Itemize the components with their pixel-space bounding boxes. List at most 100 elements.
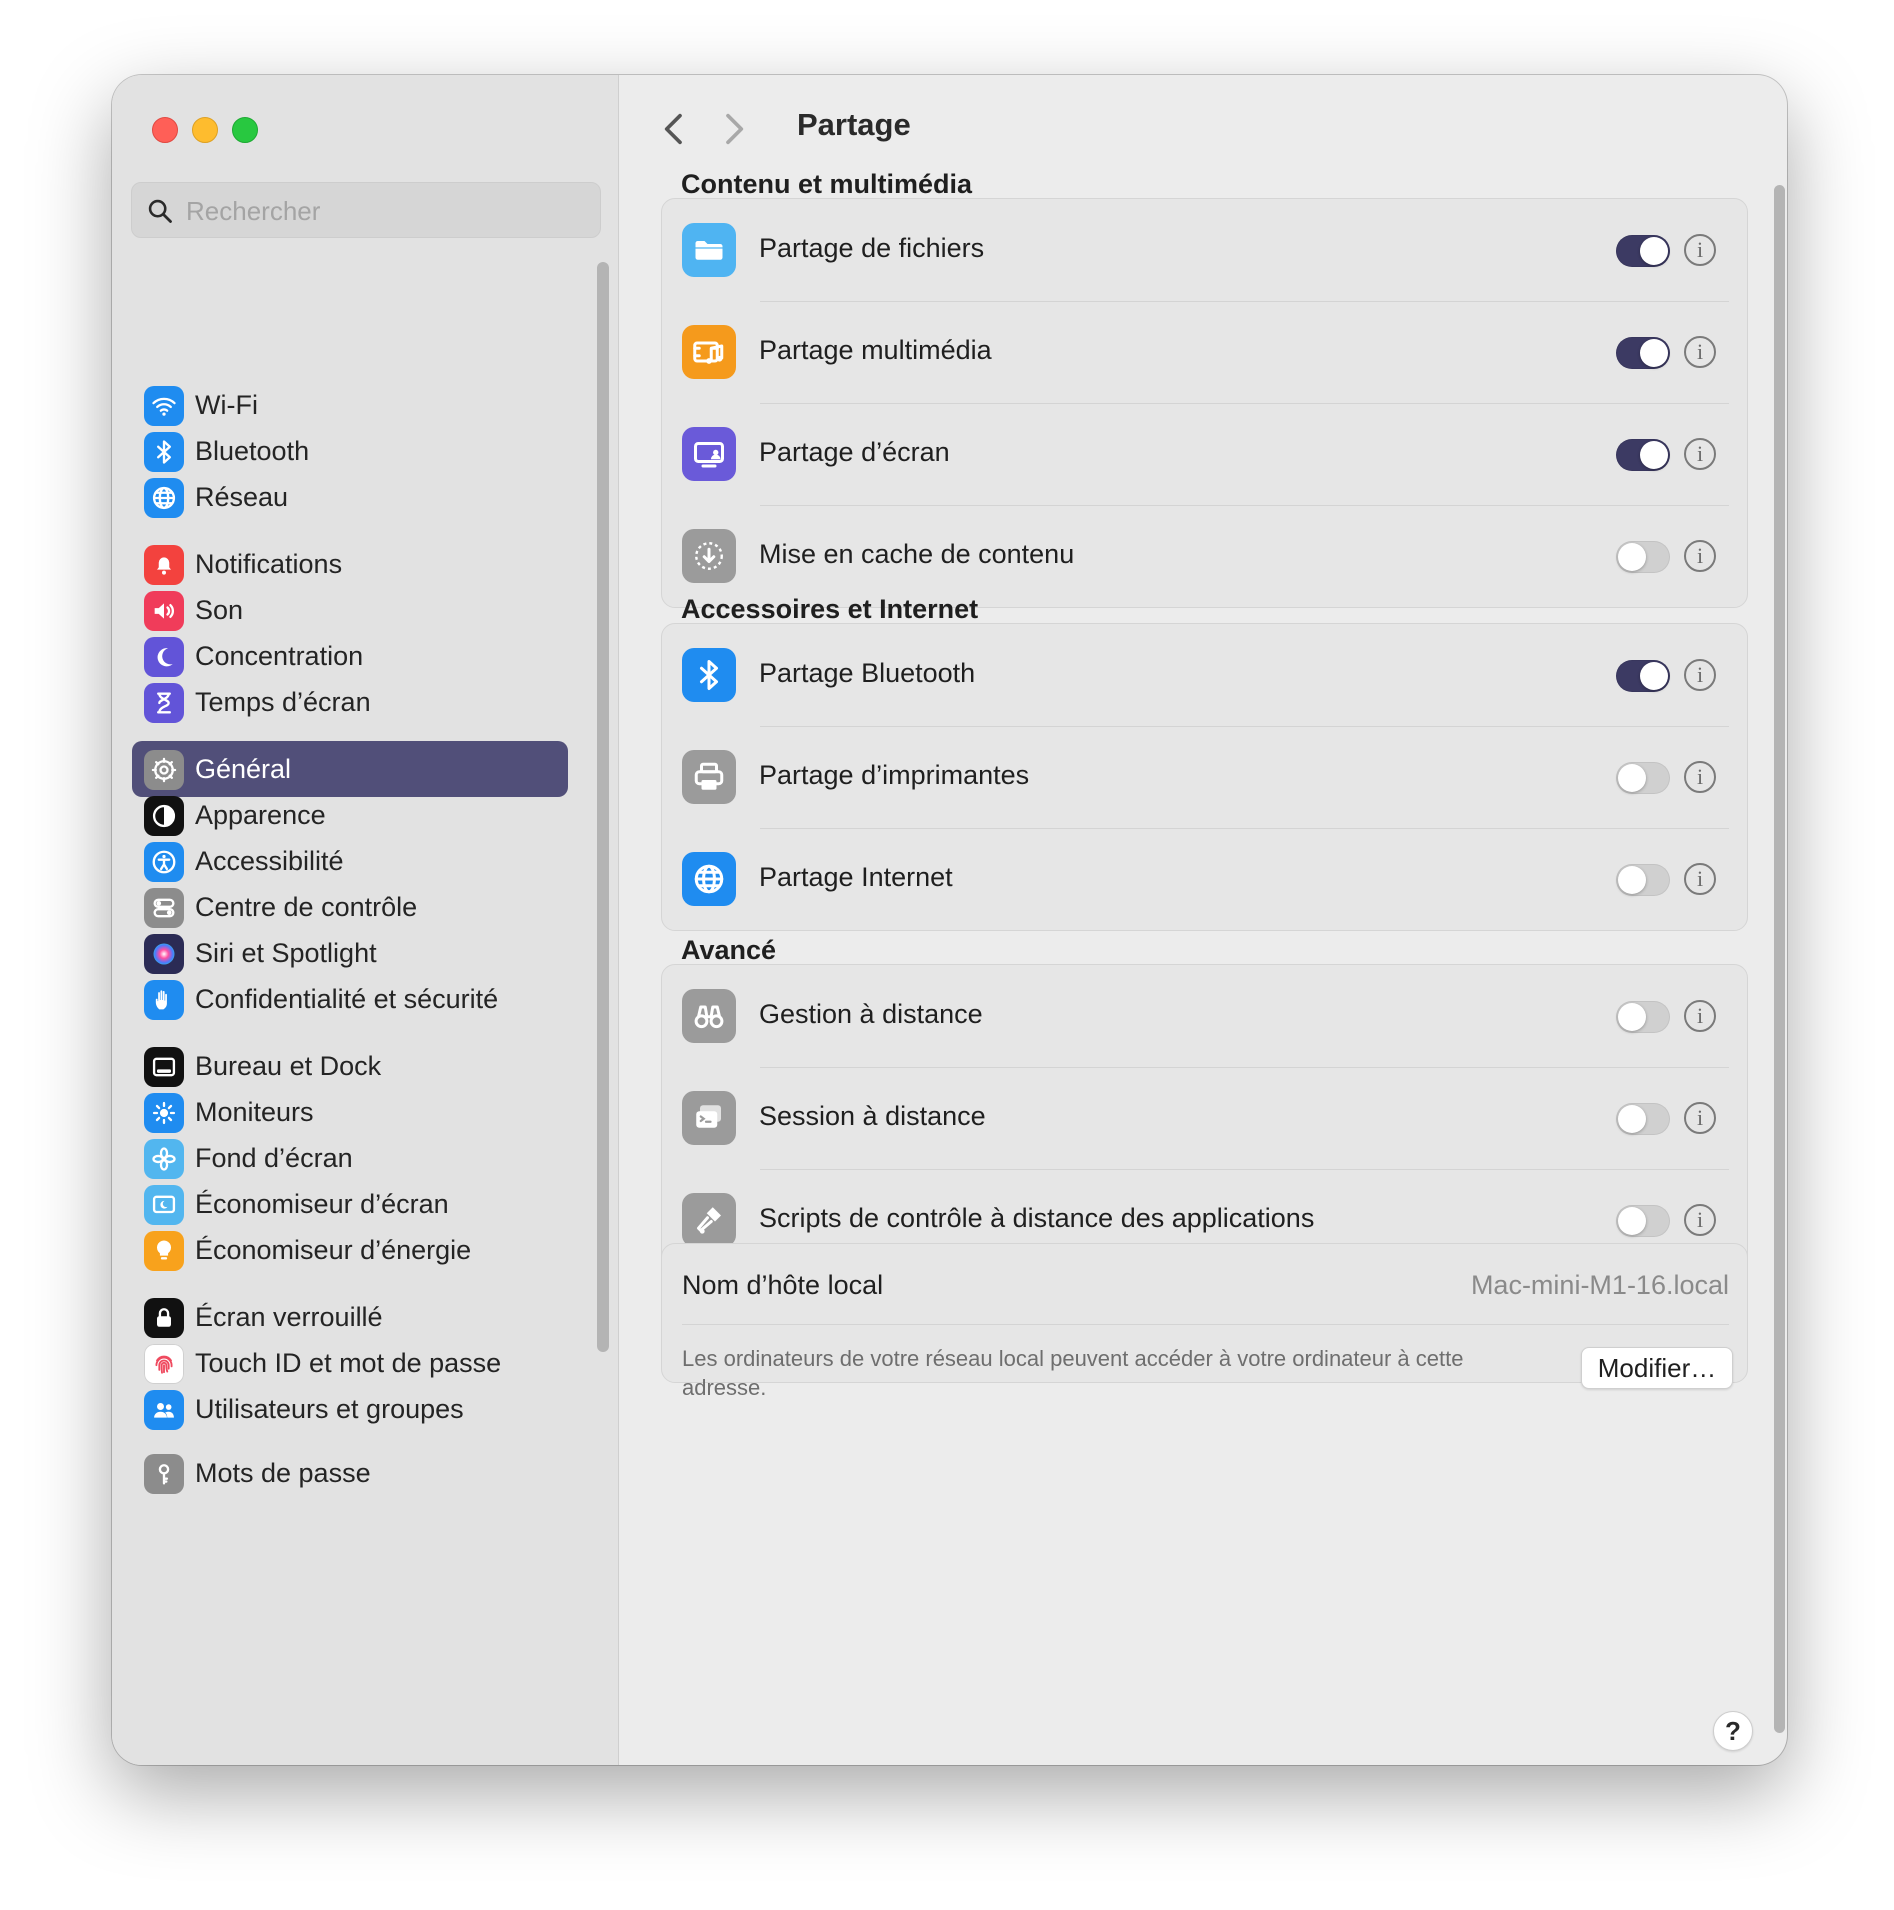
screensaver-icon <box>144 1185 184 1225</box>
download-circle-icon <box>682 529 736 583</box>
row-label: Partage d’écran <box>759 437 950 467</box>
info-button-partage-internet[interactable]: i <box>1684 863 1716 895</box>
modify-hostname-button[interactable]: Modifier… <box>1581 1347 1733 1389</box>
sharing-group: Partage Bluetooth i Partage d’imprimantes i… <box>661 623 1748 931</box>
info-button-partage-ecran[interactable]: i <box>1684 438 1716 470</box>
sidebar-item-label: Confidentialité et sécurité <box>195 984 499 1014</box>
info-button-gestion-distance[interactable]: i <box>1684 1000 1716 1032</box>
row-cache-contenu: Mise en cache de contenu i <box>662 505 1747 607</box>
sidebar-item-label: Moniteurs <box>195 1097 314 1127</box>
sidebar-item-temps-ecran[interactable]: Temps d’écran <box>132 674 568 730</box>
zoom-button[interactable] <box>232 117 258 143</box>
row-partage-multimedia: Partage multimédia i <box>662 301 1747 403</box>
sidebar-item-label: Concentration <box>195 641 364 671</box>
toggle-gestion-distance[interactable] <box>1616 1001 1670 1033</box>
hostname-group: Nom d’hôte local Mac-mini-M1-16.local Le… <box>661 1243 1748 1400</box>
toggle-knob <box>1618 866 1646 894</box>
row-gestion-distance: Gestion à distance i <box>662 965 1747 1067</box>
info-icon: i <box>1696 543 1704 568</box>
toggle-knob <box>1640 237 1668 265</box>
hand-icon <box>144 980 184 1020</box>
info-button-partage-fichiers[interactable]: i <box>1684 234 1716 266</box>
sidebar-item-label: Siri et Spotlight <box>195 938 377 968</box>
toggle-scripts-controle[interactable] <box>1616 1205 1670 1237</box>
info-button-scripts-controle[interactable]: i <box>1684 1204 1716 1236</box>
toggle-partage-imprimantes[interactable] <box>1616 762 1670 794</box>
search-placeholder: Rechercher <box>186 196 321 226</box>
sidebar-item-label: Écran verrouillé <box>195 1302 383 1332</box>
info-button-partage-bluetooth[interactable]: i <box>1684 659 1716 691</box>
toggle-partage-multimedia[interactable] <box>1616 337 1670 369</box>
hostname-value: Mac-mini-M1-16.local <box>1470 1270 1729 1300</box>
content-scrollbar[interactable] <box>1774 185 1785 1733</box>
toggle-partage-internet[interactable] <box>1616 864 1670 896</box>
sidebar-item-label: Fond d’écran <box>195 1143 353 1173</box>
bulb-icon <box>144 1231 184 1271</box>
info-icon: i <box>1696 662 1704 687</box>
toggle-knob <box>1640 441 1668 469</box>
info-button-cache-contenu[interactable]: i <box>1684 540 1716 572</box>
sidebar-item-economiseur-energie[interactable]: Économiseur d’énergie <box>132 1222 568 1278</box>
sidebar-item-label: Économiseur d’énergie <box>195 1235 472 1265</box>
sidebar-item-reseau[interactable]: Réseau <box>132 469 568 525</box>
section-title: Accessoires et Internet <box>681 594 979 624</box>
row-partage-bluetooth: Partage Bluetooth i <box>662 624 1747 726</box>
info-icon: i <box>1696 237 1704 262</box>
sidebar-item-mots-de-passe[interactable]: Mots de passe <box>132 1445 568 1501</box>
toggle-knob <box>1618 1003 1646 1031</box>
info-button-session-distance[interactable]: i <box>1684 1102 1716 1134</box>
info-icon: i <box>1696 1003 1704 1028</box>
back-button[interactable] <box>655 109 695 149</box>
printer-icon <box>682 750 736 804</box>
row-label: Partage Internet <box>759 862 953 892</box>
sidebar-item-confidentialite[interactable]: Confidentialité et sécurité <box>132 971 568 1027</box>
sidebar-item-label: Accessibilité <box>195 846 344 876</box>
accessibility-icon <box>144 842 184 882</box>
sidebar-item-label: Notifications <box>195 549 343 579</box>
row-label: Gestion à distance <box>759 999 983 1029</box>
switches-icon <box>144 888 184 928</box>
toggle-knob <box>1640 339 1668 367</box>
hostname-label: Nom d’hôte local <box>682 1270 884 1300</box>
section-title: Contenu et multimédia <box>681 169 973 199</box>
help-button[interactable]: ? <box>1713 1711 1753 1751</box>
row-session-distance: Session à distance i <box>662 1067 1747 1169</box>
info-button-partage-imprimantes[interactable]: i <box>1684 761 1716 793</box>
toggle-session-distance[interactable] <box>1616 1103 1670 1135</box>
close-button[interactable] <box>152 117 178 143</box>
row-partage-ecran: Partage d’écran i <box>662 403 1747 505</box>
minimize-button[interactable] <box>192 117 218 143</box>
sidebar-item-label: Bluetooth <box>195 436 310 466</box>
toggle-partage-ecran[interactable] <box>1616 439 1670 471</box>
gear-icon <box>144 750 184 790</box>
chevron-left-icon <box>664 113 682 145</box>
bluetooth-icon <box>682 648 736 702</box>
info-button-partage-multimedia[interactable]: i <box>1684 336 1716 368</box>
chevron-right-icon <box>726 113 744 145</box>
forward-button[interactable] <box>713 109 753 149</box>
sun-icon <box>144 1093 184 1133</box>
appearance-icon <box>144 796 184 836</box>
sidebar-item-label: Son <box>195 595 244 625</box>
key-icon <box>144 1454 184 1494</box>
toggle-partage-fichiers[interactable] <box>1616 235 1670 267</box>
globe-icon <box>144 478 184 518</box>
content-pane: Partage Contenu et multimédia Partage de … <box>619 75 1787 1765</box>
sharing-group: Gestion à distance i Session à distance i Sc… <box>661 964 1748 1272</box>
row-label: Partage de fichiers <box>759 233 985 263</box>
row-partage-fichiers: Partage de fichiers i <box>662 199 1747 301</box>
siri-icon <box>144 934 184 974</box>
row-partage-internet: Partage Internet i <box>662 828 1747 930</box>
sidebar-scrollbar[interactable] <box>597 262 609 1352</box>
toggle-cache-contenu[interactable] <box>1616 541 1670 573</box>
toggle-partage-bluetooth[interactable] <box>1616 660 1670 692</box>
row-label: Partage d’imprimantes <box>759 760 1030 790</box>
sidebar-item-utilisateurs[interactable]: Utilisateurs et groupes <box>132 1381 568 1437</box>
sharing-group: Partage de fichiers i Partage multimédia i P… <box>661 198 1748 608</box>
row-partage-imprimantes: Partage d’imprimantes i <box>662 726 1747 828</box>
folder-icon <box>682 223 736 277</box>
fingerprint-icon <box>144 1344 184 1384</box>
info-icon: i <box>1696 1105 1704 1130</box>
page-title: Partage <box>797 107 911 142</box>
search-input[interactable]: Rechercher <box>131 182 601 238</box>
